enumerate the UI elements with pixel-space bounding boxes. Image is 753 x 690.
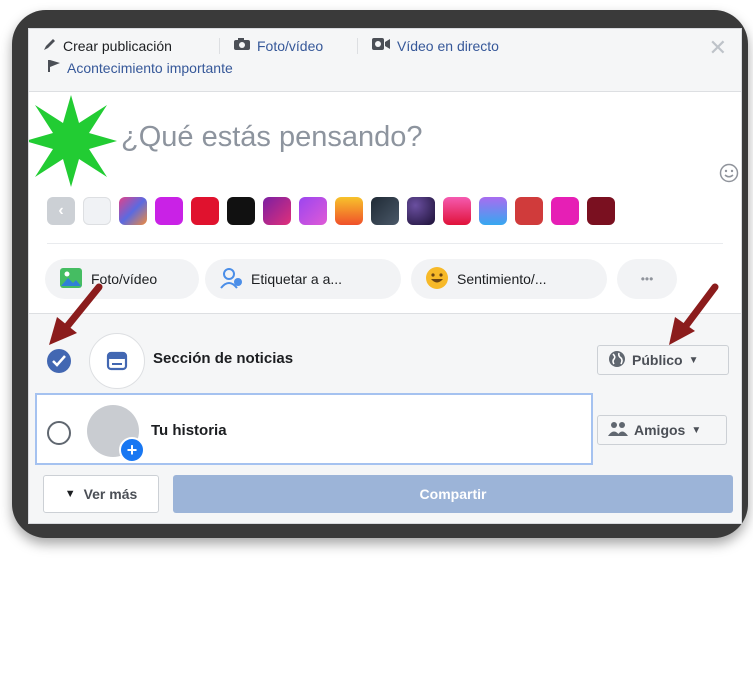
friends-icon	[608, 421, 628, 440]
news-feed-label: Sección de noticias	[153, 350, 294, 367]
tab-live-video-label: Vídeo en directo	[397, 37, 499, 54]
swatch-pattern[interactable]	[119, 197, 147, 225]
globe-icon	[608, 350, 626, 371]
swatch-pink-red[interactable]	[443, 197, 471, 225]
flag-icon	[47, 59, 61, 76]
share-label: Compartir	[419, 486, 487, 502]
chevron-left-icon[interactable]: ‹	[47, 197, 75, 225]
tab-life-event[interactable]: Acontecimiento importante	[47, 59, 233, 76]
caret-down-icon: ▼	[691, 424, 702, 436]
close-icon[interactable]: ✕	[709, 35, 727, 61]
swatch-blue-gradient[interactable]	[479, 197, 507, 225]
feeling-activity-button[interactable]: Sentimiento/...	[411, 259, 607, 299]
swatch-crimson[interactable]	[515, 197, 543, 225]
see-more-label: Ver más	[83, 486, 138, 502]
swatch-black[interactable]	[227, 197, 255, 225]
see-more-button[interactable]: ▼ Ver más	[43, 475, 159, 513]
swatch-white[interactable]	[83, 197, 111, 225]
video-camera-icon	[371, 37, 391, 54]
more-label: •••	[640, 272, 654, 286]
pencil-icon	[43, 37, 57, 54]
friends-label: Amigos	[634, 422, 686, 438]
tab-live-video[interactable]: Vídeo en directo	[371, 37, 499, 54]
plus-icon: +	[119, 437, 145, 463]
tab-create-post[interactable]: Crear publicación	[43, 37, 172, 54]
feeling-activity-label: Sentimiento/...	[457, 271, 547, 287]
swatch-magenta-gradient[interactable]	[263, 197, 291, 225]
swatch-galaxy[interactable]	[407, 197, 435, 225]
create-post-dialog: Crear publicación Foto/vídeo Vídeo en di…	[28, 28, 742, 524]
tag-friends-label: Etiquetar a a...	[251, 271, 343, 287]
dialog-header: Crear publicación Foto/vídeo Vídeo en di…	[29, 29, 741, 92]
your-story-label: Tu historia	[151, 422, 227, 439]
audience-selector-friends[interactable]: Amigos ▼	[597, 415, 727, 445]
caret-down-icon: ▼	[688, 354, 699, 366]
swatch-orange-gradient[interactable]	[335, 197, 363, 225]
reflection	[28, 540, 740, 690]
divider	[47, 243, 723, 244]
your-story-radio[interactable]	[47, 421, 71, 445]
background-color-picker: ‹	[47, 197, 615, 225]
caret-down-icon: ▼	[64, 488, 76, 500]
swatch-red[interactable]	[191, 197, 219, 225]
swatch-violet[interactable]	[299, 197, 327, 225]
tab-create-post-label: Crear publicación	[63, 37, 172, 54]
swatch-maroon[interactable]	[587, 197, 615, 225]
divider	[219, 38, 220, 54]
tag-friends-button[interactable]: Etiquetar a a...	[205, 259, 401, 299]
swatch-dark-gray[interactable]	[371, 197, 399, 225]
green-star-annotation	[29, 93, 119, 194]
emoji-icon[interactable]	[719, 163, 739, 188]
camera-icon	[233, 37, 251, 54]
swatch-hot-pink[interactable]	[551, 197, 579, 225]
swatch-purple[interactable]	[155, 197, 183, 225]
tag-person-icon	[219, 267, 243, 292]
smiley-icon	[425, 266, 449, 293]
divider	[357, 38, 358, 54]
public-label: Público	[632, 352, 683, 368]
red-arrow-annotation	[663, 283, 719, 354]
tab-photo-video[interactable]: Foto/vídeo	[233, 37, 323, 54]
share-button[interactable]: Compartir	[173, 475, 733, 513]
tab-life-event-label: Acontecimiento importante	[67, 59, 233, 76]
composer-input[interactable]: ¿Qué estás pensando?	[121, 121, 422, 154]
tab-photo-video-label: Foto/vídeo	[257, 37, 324, 54]
red-arrow-annotation	[47, 283, 103, 354]
